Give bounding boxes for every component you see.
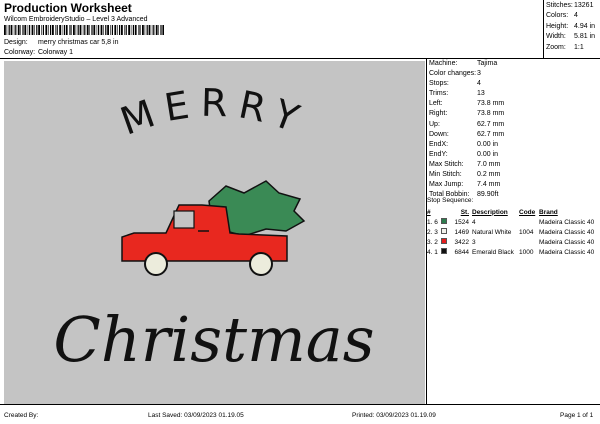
row-code: 1004 bbox=[519, 228, 534, 236]
stop-sequence-header: # St. Description Code Brand bbox=[427, 207, 599, 217]
info-row: Machine: Tajima bbox=[429, 60, 498, 67]
barcode-tail: , bbox=[162, 24, 165, 34]
color-swatch bbox=[441, 228, 447, 234]
row-description: Emerald Black bbox=[472, 248, 514, 256]
stats-divider bbox=[543, 0, 544, 58]
row-description: Natural White bbox=[472, 228, 512, 236]
col-description: Description bbox=[472, 208, 508, 216]
col-code: Code bbox=[519, 208, 536, 216]
row-index: 3. 2 bbox=[427, 238, 438, 246]
summary-stats: Stitches: 13261 Colors: 4 Height: 4.94 in W… bbox=[546, 2, 598, 54]
col-index: # bbox=[427, 208, 431, 216]
row-index: 1. 6 bbox=[427, 218, 438, 226]
color-swatch bbox=[441, 248, 447, 254]
info-row: Stops: 4 bbox=[429, 80, 481, 88]
stat-width: Width: 5.81 in bbox=[546, 33, 596, 41]
info-row: Trims: 13 bbox=[429, 90, 485, 98]
sequence-row: 2. 3 1469 Natural White 1004 Madeira Classic… bbox=[427, 227, 599, 237]
colorway-row: Colorway: Colorway 1 bbox=[4, 49, 73, 56]
info-row: Max Jump: 7.4 mm bbox=[429, 181, 501, 189]
row-stitches: 1524 bbox=[454, 218, 469, 226]
design-label: Design: bbox=[4, 39, 28, 46]
machine-info: Machine: Tajima Color changes: 3 Stops: 4 T… bbox=[429, 60, 599, 201]
design-row: Design: merry christmas car 5,8 in bbox=[4, 39, 118, 46]
row-code: 1000 bbox=[519, 248, 534, 256]
row-brand: Madeira Classic 40 bbox=[539, 248, 595, 256]
colorway-value: Colorway 1 bbox=[37, 49, 73, 56]
sequence-row: 4. 1 6844 Emerald Black 1000 Madeira Classic… bbox=[427, 247, 599, 257]
stop-sequence: Stop Sequence: # St. Description Code Br… bbox=[427, 197, 599, 257]
colorway-label: Colorway: bbox=[4, 49, 36, 56]
row-index: 4. 1 bbox=[427, 248, 438, 256]
stat-height: Height: 4.94 in bbox=[546, 22, 596, 30]
last-saved: Last Saved: 03/09/2023 01.19.05 bbox=[148, 412, 244, 419]
info-row: Up: 62.7 mm bbox=[429, 120, 505, 128]
page-title: Production Worksheet bbox=[4, 1, 132, 15]
sequence-row: 3. 2 3422 3 Madeira Classic 40 bbox=[427, 237, 599, 247]
header-rule bbox=[0, 58, 600, 59]
stat-stitches: Stitches: 13261 bbox=[546, 2, 594, 9]
stat-zoom: Zoom: 1:1 bbox=[546, 43, 584, 51]
created-by: Created By: bbox=[4, 412, 39, 419]
row-brand: Madeira Classic 40 bbox=[539, 238, 595, 246]
stat-colors: Colors: 4 bbox=[546, 12, 578, 20]
col-brand: Brand bbox=[539, 208, 558, 216]
info-row: Min Stitch: 0.2 mm bbox=[429, 171, 501, 179]
info-row: Down: 62.7 mm bbox=[429, 130, 505, 138]
row-index: 2. 3 bbox=[427, 228, 438, 236]
info-row: EndY: 0.00 in bbox=[429, 150, 499, 158]
merry-text: MERRY bbox=[115, 81, 314, 144]
info-row: EndX: 0.00 in bbox=[429, 140, 499, 148]
software-subtitle: Wilcom EmbroideryStudio – Level 3 Advanc… bbox=[4, 16, 148, 23]
info-row: Left: 73.8 mm bbox=[429, 100, 505, 108]
color-swatch bbox=[441, 238, 447, 244]
row-description: 3 bbox=[472, 238, 476, 246]
info-row: Color changes: 3 bbox=[429, 70, 481, 78]
row-stitches: 1469 bbox=[454, 228, 469, 236]
sequence-row: 1. 6 1524 4 Madeira Classic 40 bbox=[427, 217, 599, 227]
design-value: merry christmas car 5,8 in bbox=[37, 39, 119, 46]
col-stitches: St. bbox=[460, 208, 469, 216]
truck-window bbox=[173, 210, 195, 229]
page-number: Page 1 of 1 bbox=[560, 412, 594, 419]
footer-rule bbox=[0, 404, 600, 405]
info-row: Right: 73.8 mm bbox=[429, 110, 505, 118]
stop-sequence-title: Stop Sequence: bbox=[427, 197, 474, 204]
front-wheel bbox=[144, 252, 168, 276]
row-stitches: 3422 bbox=[454, 238, 469, 246]
row-brand: Madeira Classic 40 bbox=[539, 218, 595, 226]
row-description: 4 bbox=[472, 218, 476, 226]
info-row: Max Stitch: 7.0 mm bbox=[429, 160, 501, 168]
color-swatch bbox=[441, 218, 447, 224]
row-stitches: 6844 bbox=[454, 248, 469, 256]
row-brand: Madeira Classic 40 bbox=[539, 228, 595, 236]
printed-date: Printed: 03/09/2023 01.19.09 bbox=[352, 412, 436, 419]
christmas-text: Christmas bbox=[53, 303, 374, 376]
rear-wheel bbox=[249, 252, 273, 276]
barcode bbox=[4, 25, 164, 35]
design-artwork: MERRY Christmas bbox=[53, 81, 374, 376]
design-preview: MERRY Christmas bbox=[4, 61, 425, 405]
